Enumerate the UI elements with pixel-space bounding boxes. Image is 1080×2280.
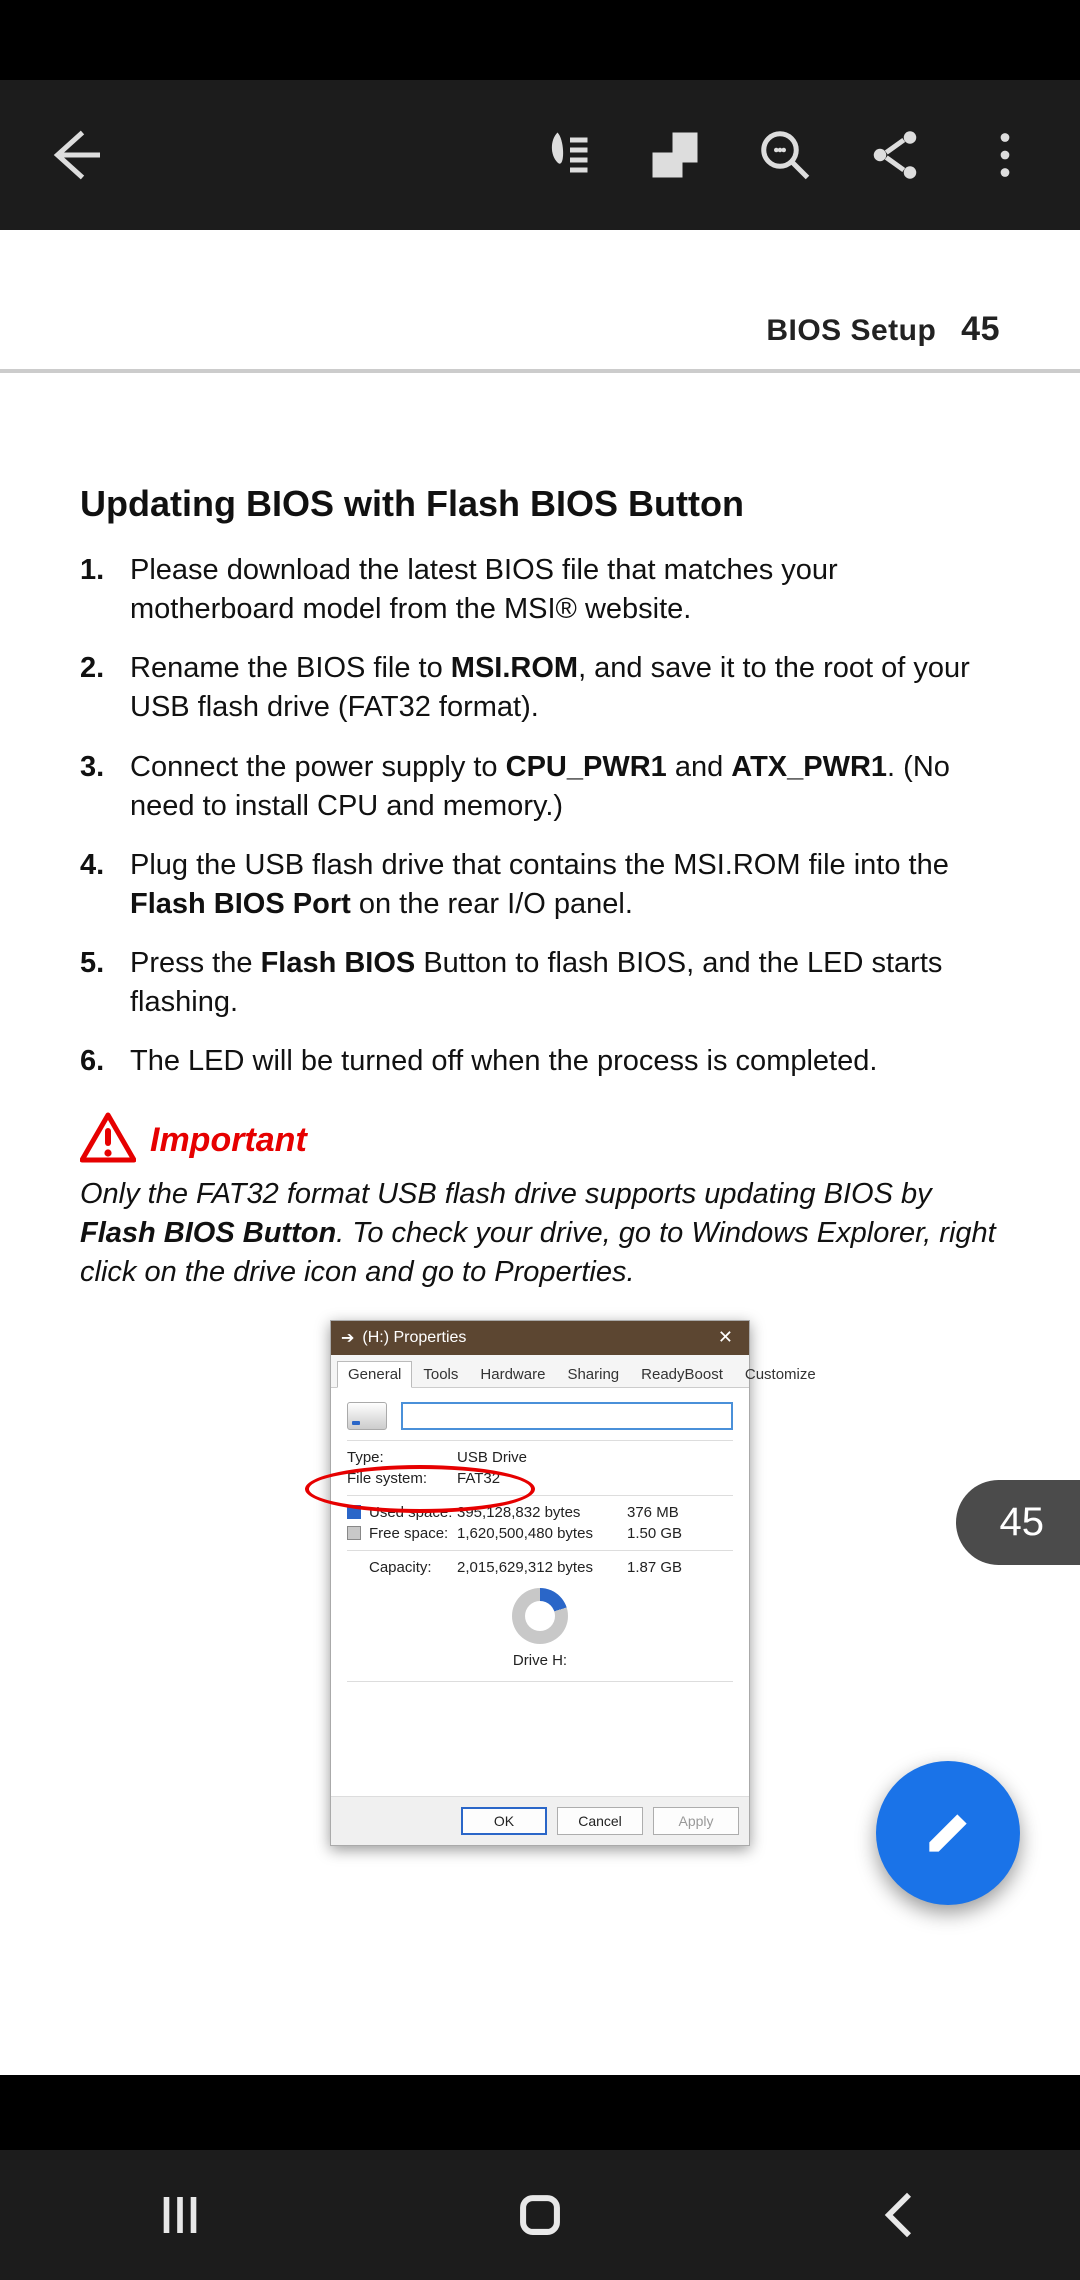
important-callout: Important Only the FAT32 format USB flas… xyxy=(80,1112,1000,1292)
close-icon: ✕ xyxy=(712,1327,739,1348)
tab-readyboost: ReadyBoost xyxy=(630,1361,734,1387)
tab-general: General xyxy=(337,1361,412,1388)
dialog-title: (H:) Properties xyxy=(362,1329,466,1347)
step-3: Connect the power supply to CPU_PWR1 and… xyxy=(80,748,1000,826)
row-filesystem: File system:FAT32 xyxy=(347,1468,733,1489)
row-free: Free space:1,620,500,480 bytes1.50 GB xyxy=(347,1523,733,1544)
recents-button[interactable] xyxy=(0,2150,360,2280)
dialog-tabs: General Tools Hardware Sharing ReadyBoos… xyxy=(331,1355,749,1388)
drive-icon xyxy=(347,1402,387,1430)
row-capacity: Capacity:2,015,629,312 bytes1.87 GB xyxy=(347,1557,733,1578)
home-button[interactable] xyxy=(360,2150,720,2280)
header-rule xyxy=(0,369,1080,373)
cancel-button: Cancel xyxy=(557,1807,643,1835)
share-icon[interactable] xyxy=(840,100,950,210)
ink-annotate-icon[interactable] xyxy=(510,100,620,210)
drive-label: Drive H: xyxy=(513,1652,567,1669)
step-1: Please download the latest BIOS file tha… xyxy=(80,551,1000,629)
tab-customize: Customize xyxy=(734,1361,827,1387)
tab-hardware: Hardware xyxy=(469,1361,556,1387)
section-name: BIOS Setup xyxy=(766,314,936,347)
dialog-titlebar: ➔ (H:) Properties ✕ xyxy=(331,1321,749,1355)
important-label: Important xyxy=(150,1121,307,1160)
system-back-button[interactable] xyxy=(720,2150,1080,2280)
apply-button: Apply xyxy=(653,1807,739,1835)
row-type: Type:USB Drive xyxy=(347,1447,733,1468)
search-icon[interactable] xyxy=(730,100,840,210)
page-indicator-bubble[interactable]: 45 xyxy=(956,1480,1080,1565)
warning-icon xyxy=(80,1112,136,1169)
drive-arrow-icon: ➔ xyxy=(341,1328,354,1348)
page-layout-icon[interactable] xyxy=(620,100,730,210)
row-used: Used space:395,128,832 bytes376 MB xyxy=(347,1502,733,1523)
pencil-icon xyxy=(920,1805,976,1861)
step-2: Rename the BIOS file to MSI.ROM, and sav… xyxy=(80,649,1000,727)
document-page[interactable]: BIOS Setup 45 Updating BIOS with Flash B… xyxy=(0,230,1080,2075)
section-title: Updating BIOS with Flash BIOS Button xyxy=(80,483,1000,525)
status-bar xyxy=(0,0,1080,80)
running-header: BIOS Setup 45 xyxy=(80,310,1000,349)
tab-tools: Tools xyxy=(412,1361,469,1387)
page-number: 45 xyxy=(961,310,1000,348)
volume-name-input xyxy=(401,1402,733,1430)
app-toolbar xyxy=(0,80,1080,230)
step-4: Plug the USB flash drive that contains t… xyxy=(80,846,1000,924)
more-menu-icon[interactable] xyxy=(950,100,1060,210)
step-6: The LED will be turned off when the proc… xyxy=(80,1042,1000,1081)
system-nav-bar xyxy=(0,2150,1080,2280)
tab-sharing: Sharing xyxy=(556,1361,630,1387)
edit-fab-button[interactable] xyxy=(876,1761,1020,1905)
step-5: Press the Flash BIOS Button to flash BIO… xyxy=(80,944,1000,1022)
ok-button: OK xyxy=(461,1807,547,1835)
properties-dialog: ➔ (H:) Properties ✕ General Tools Hardwa… xyxy=(330,1320,750,1846)
usage-donut-icon xyxy=(512,1588,568,1644)
back-button[interactable] xyxy=(20,100,130,210)
important-text: Only the FAT32 format USB flash drive su… xyxy=(80,1175,1000,1292)
steps-list: Please download the latest BIOS file tha… xyxy=(80,551,1000,1082)
